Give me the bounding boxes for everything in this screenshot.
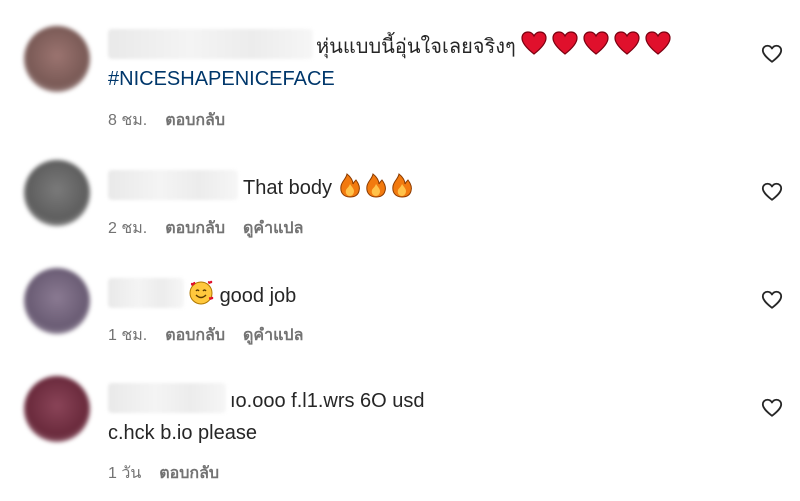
- avatar[interactable]: [24, 26, 90, 92]
- timestamp[interactable]: 8 ชม.: [108, 108, 147, 133]
- comment-body: ıo.ooo f.l1.wrs 6O usd: [230, 390, 425, 412]
- comment-body: That body: [243, 176, 332, 199]
- username-blurred[interactable]: [108, 383, 226, 413]
- fire-emoji-icon: [338, 172, 418, 205]
- comment-text: หุ่นแบบนี้อุ่นใจเลยจริงๆ: [316, 31, 671, 64]
- comment-body: หุ่นแบบนี้อุ่นใจเลยจริงๆ: [316, 35, 516, 58]
- reply-button[interactable]: ตอบกลับ: [165, 323, 225, 348]
- username-blurred[interactable]: [108, 278, 184, 308]
- comment-text: ıo.ooo f.l1.wrs 6O usd: [230, 388, 425, 414]
- see-translation-button[interactable]: ดูคำแปล: [243, 216, 303, 241]
- timestamp[interactable]: 2 ชม.: [108, 216, 147, 241]
- smiling-hearts-emoji-icon: [188, 280, 214, 313]
- reply-button[interactable]: ตอบกลับ: [165, 216, 225, 241]
- heart-emoji-icon: [521, 31, 671, 64]
- heart-outline-icon[interactable]: [761, 397, 783, 419]
- comment-meta: 1 ชม. ตอบกลับ ดูคำแปล: [108, 323, 303, 348]
- username-blurred[interactable]: [108, 170, 238, 200]
- timestamp[interactable]: 1 ชม.: [108, 323, 147, 348]
- avatar[interactable]: [24, 160, 90, 226]
- heart-outline-icon[interactable]: [761, 181, 783, 203]
- heart-outline-icon[interactable]: [761, 43, 783, 65]
- comment-meta: 1 วัน ตอบกลับ: [108, 461, 219, 486]
- timestamp[interactable]: 1 วัน: [108, 461, 141, 486]
- comment-meta: 2 ชม. ตอบกลับ ดูคำแปล: [108, 216, 303, 241]
- see-translation-button[interactable]: ดูคำแปล: [243, 323, 303, 348]
- avatar[interactable]: [24, 268, 90, 334]
- comment-text: That body: [243, 172, 418, 205]
- reply-button[interactable]: ตอบกลับ: [159, 461, 219, 486]
- avatar[interactable]: [24, 376, 90, 442]
- username-blurred[interactable]: [108, 29, 313, 59]
- comment-body: good job: [219, 284, 297, 307]
- comment-text-line2: c.hck b.io please: [108, 422, 257, 444]
- comment-text: good job: [188, 280, 296, 313]
- heart-outline-icon[interactable]: [761, 289, 783, 311]
- hashtag-link[interactable]: #NICESHAPENICEFACE: [108, 68, 335, 91]
- reply-button[interactable]: ตอบกลับ: [165, 108, 225, 133]
- comment-meta: 8 ชม. ตอบกลับ: [108, 108, 225, 133]
